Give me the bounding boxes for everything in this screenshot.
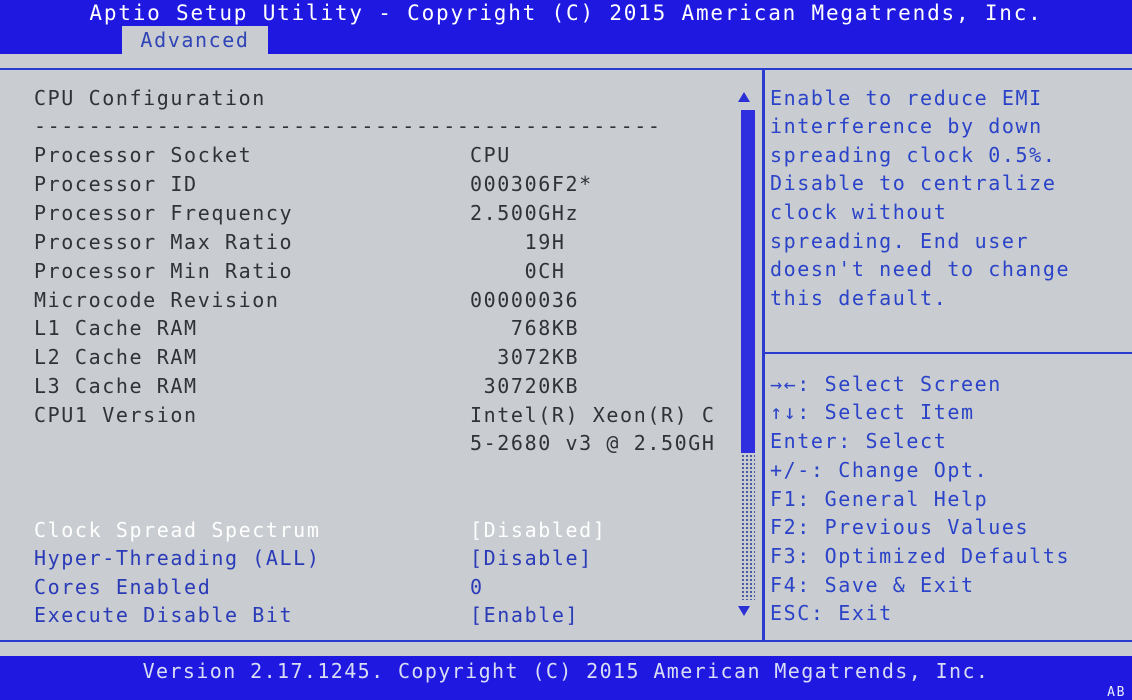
key-hint-f4: F4: Save & Exit — [770, 573, 975, 597]
info-value: 000306F2* — [470, 172, 593, 196]
option-value-execute-disable-bit[interactable]: [Enable] — [470, 601, 579, 629]
help-line: spreading. End user — [770, 229, 1030, 253]
info-label: L2 Cache RAM — [34, 345, 198, 369]
info-value: 19H — [470, 230, 566, 254]
info-label: Processor ID — [34, 172, 198, 196]
tab-advanced[interactable]: Advanced — [122, 26, 268, 54]
info-value: 3072KB — [470, 345, 580, 369]
key-hint-select-item: ↑↓: Select Item — [770, 400, 975, 424]
info-value: 2.500GHz — [470, 201, 580, 225]
section-separator: ----------------------------------------… — [34, 114, 662, 138]
help-line: spreading clock 0.5%. — [770, 143, 1057, 167]
key-hint-change-opt: +/-: Change Opt. — [770, 458, 989, 482]
option-cores-enabled[interactable]: Cores Enabled — [34, 573, 211, 601]
key-hint-select-screen: →←: Select Screen — [770, 372, 1002, 396]
info-label: Microcode Revision — [34, 288, 280, 312]
info-label: L3 Cache RAM — [34, 374, 198, 398]
help-line: interference by down — [770, 114, 1043, 138]
help-line: this default. — [770, 286, 948, 310]
info-value: 5-2680 v3 @ 2.50GH — [470, 431, 716, 455]
option-value-cores-enabled[interactable]: 0 — [470, 573, 484, 601]
option-value-hyper-threading[interactable]: [Disable] — [470, 544, 593, 572]
info-value: Intel(R) Xeon(R) C — [470, 403, 716, 427]
option-hyper-threading[interactable]: Hyper-Threading (ALL) — [34, 544, 320, 572]
app-title: Aptio Setup Utility - Copyright (C) 2015… — [89, 1, 1043, 25]
post-code: AB — [1107, 685, 1126, 700]
info-label: Processor Socket — [34, 143, 253, 167]
info-label: Processor Max Ratio — [34, 230, 294, 254]
scrollbar-thumb[interactable] — [741, 110, 755, 453]
key-hint-f2: F2: Previous Values — [770, 515, 1030, 539]
info-label: Processor Frequency — [34, 201, 294, 225]
panel-divider — [762, 68, 765, 642]
help-line: Enable to reduce EMI — [770, 86, 1043, 110]
footer-version: Version 2.17.1245. Copyright (C) 2015 Am… — [142, 659, 990, 683]
key-hint-f1: F1: General Help — [770, 487, 989, 511]
section-title: CPU Configuration — [34, 86, 266, 110]
info-label: L1 Cache RAM — [34, 316, 198, 340]
option-value-clock-spread-spectrum[interactable]: [Disabled] — [470, 516, 606, 544]
info-value: CPU — [470, 143, 511, 167]
info-value: 0CH — [470, 259, 566, 283]
option-clock-spread-spectrum[interactable]: Clock Spread Spectrum — [34, 516, 320, 544]
help-line: Disable to centralize — [770, 171, 1057, 195]
info-value: 00000036 — [470, 288, 580, 312]
info-label: CPU1 Version — [34, 403, 198, 427]
help-line: clock without — [770, 200, 948, 224]
scroll-down-arrow-icon[interactable] — [738, 606, 750, 616]
key-hint-esc: ESC: Exit — [770, 601, 893, 625]
help-line: doesn't need to change — [770, 257, 1071, 281]
info-label: Processor Min Ratio — [34, 259, 294, 283]
key-hint-f3: F3: Optimized Defaults — [770, 544, 1071, 568]
key-hint-enter: Enter: Select — [770, 429, 948, 453]
info-value: 768KB — [470, 316, 580, 340]
help-separator — [765, 352, 1132, 354]
info-value: 30720KB — [470, 374, 580, 398]
option-execute-disable-bit[interactable]: Execute Disable Bit — [34, 601, 293, 629]
scroll-up-arrow-icon[interactable] — [738, 92, 750, 102]
